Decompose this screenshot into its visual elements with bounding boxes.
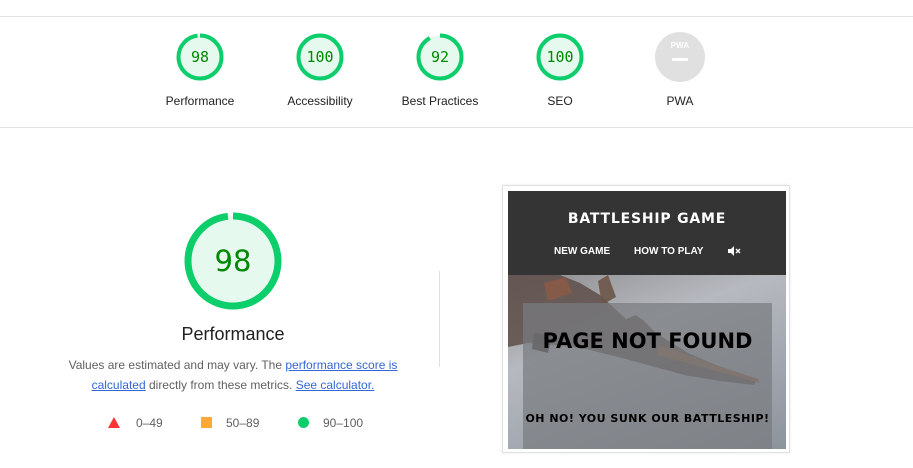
gauge-seo[interactable]: 100 SEO — [500, 32, 620, 108]
gauge-best-practices[interactable]: 92 Best Practices — [380, 32, 500, 108]
not-found-panel: PAGE NOT FOUND OH NO! YOU SUNK OUR BATTL… — [523, 303, 772, 449]
gauge-ring: 100 — [295, 32, 345, 82]
performance-gauge: 98 — [183, 211, 283, 311]
desc-text: Values are estimated and may vary. The — [68, 358, 286, 372]
gauge-score: 100 — [546, 48, 574, 66]
gauge-accessibility[interactable]: 100 Accessibility — [260, 32, 380, 108]
site-navbar: BATTLESHIP GAME NEW GAME HOW TO PLAY — [508, 191, 786, 275]
pass-circle-icon — [298, 417, 309, 428]
section-divider — [0, 127, 913, 128]
screenshot-image: BATTLESHIP GAME NEW GAME HOW TO PLAY PAG… — [508, 191, 786, 449]
gauge-ring: 100 — [535, 32, 585, 82]
performance-score: 98 — [214, 244, 252, 278]
top-divider — [0, 16, 913, 17]
gauge-score: 92 — [430, 48, 450, 66]
gauge-ring: 98 — [175, 32, 225, 82]
pwa-badge-text: PWA — [670, 41, 690, 50]
not-found-heading: PAGE NOT FOUND — [542, 329, 753, 353]
legend-range: 90–100 — [323, 416, 364, 430]
performance-title: Performance — [181, 324, 285, 344]
category-gauges: 98 Performance 100 Accessibility 92 Best… — [0, 32, 913, 112]
see-calculator-link[interactable]: See calculator. — [296, 378, 375, 392]
legend-range: 50–89 — [226, 416, 260, 430]
average-square-icon — [201, 417, 212, 428]
site-title: BATTLESHIP GAME — [567, 211, 727, 227]
gauge-label: PWA — [666, 94, 694, 108]
vertical-divider — [439, 271, 440, 367]
gauge-ring: 92 — [415, 32, 465, 82]
gauge-performance[interactable]: 98 Performance — [140, 32, 260, 108]
gauge-label: Accessibility — [287, 94, 353, 108]
speaker-mute-icon — [728, 246, 741, 256]
desc-text: directly from these metrics. — [145, 378, 296, 392]
legend-range: 0–49 — [136, 416, 163, 430]
final-screenshot[interactable]: BATTLESHIP GAME NEW GAME HOW TO PLAY PAG… — [502, 185, 790, 453]
pwa-badge-icon: PWA — [655, 32, 705, 82]
fail-triangle-icon — [108, 417, 120, 428]
gauge-label: Best Practices — [401, 94, 479, 108]
gauge-label: SEO — [547, 94, 573, 108]
gauge-score: 98 — [190, 48, 210, 66]
not-found-subheading: OH NO! YOU SUNK OUR BATTLESHIP! — [525, 412, 770, 425]
gauge-score: 100 — [306, 48, 334, 66]
nav-how-to-play: HOW TO PLAY — [634, 246, 704, 257]
performance-description: Values are estimated and may vary. The p… — [58, 355, 408, 395]
gauge-label: Performance — [165, 94, 235, 108]
gauge-pwa[interactable]: PWA PWA — [620, 32, 740, 108]
nav-new-game: NEW GAME — [554, 246, 611, 257]
pwa-dash-icon — [672, 58, 688, 61]
